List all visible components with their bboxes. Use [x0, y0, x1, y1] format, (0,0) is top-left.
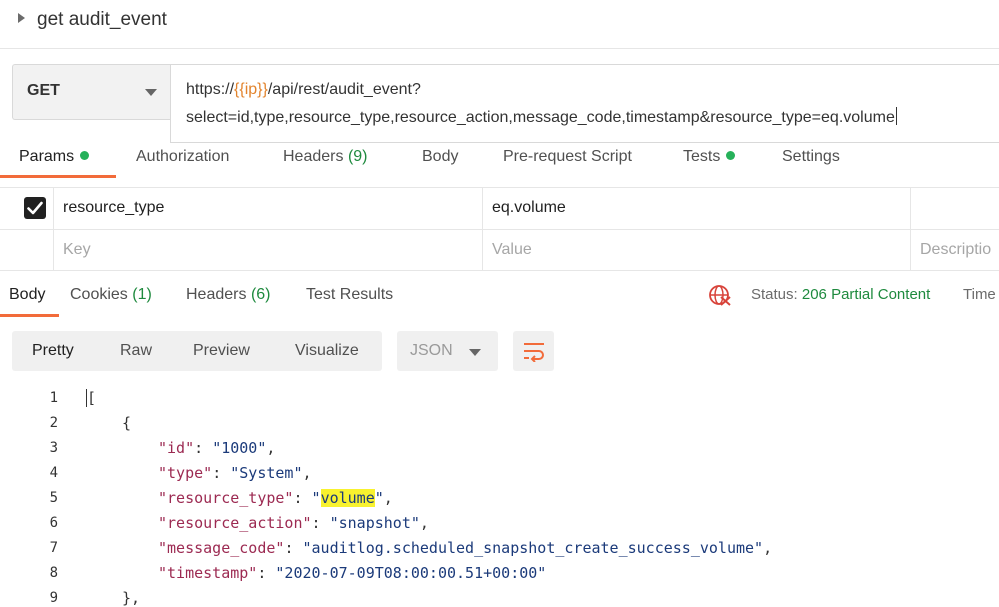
tab-params-label: Params	[19, 148, 75, 165]
format-label: JSON	[410, 342, 453, 359]
text-cursor	[895, 107, 897, 125]
response-time-label[interactable]: Time	[963, 286, 996, 303]
wrap-lines-button[interactable]	[513, 331, 554, 371]
method-label: GET	[27, 82, 60, 99]
code-line: "id": "1000",	[158, 439, 276, 457]
status-dot-icon	[80, 151, 90, 160]
code-line: },	[122, 589, 141, 607]
wrap-lines-icon	[524, 343, 544, 362]
tab-authorization[interactable]: Authorization	[136, 148, 229, 166]
format-select[interactable]: JSON	[397, 331, 498, 371]
tab-prerequest-script[interactable]: Pre-request Script	[503, 148, 632, 166]
json-quote: "	[374, 489, 384, 507]
code-line: "resource_type": "volume",	[158, 489, 393, 507]
url-path: /api/rest/audit_event?	[267, 81, 421, 98]
raw-button[interactable]: Raw	[120, 342, 152, 360]
globe-icon[interactable]	[708, 284, 732, 311]
json-key: "resource_action"	[158, 514, 312, 532]
json-value: "1000"	[212, 439, 267, 457]
view-mode-group: Pretty Raw Preview Visualize	[12, 331, 382, 371]
tab-cookies-count: (1)	[132, 286, 152, 303]
url-input[interactable]: https://{{ip}}/api/rest/audit_event? sel…	[170, 64, 999, 143]
table-border	[0, 229, 999, 230]
visualize-button[interactable]: Visualize	[295, 342, 359, 360]
request-title-bar: get audit_event	[0, 0, 999, 46]
line-number: 4	[49, 465, 58, 481]
tab-response-headers-label: Headers	[186, 286, 247, 303]
tab-test-results[interactable]: Test Results	[306, 286, 393, 304]
title-divider	[0, 48, 999, 49]
table-border	[53, 187, 54, 271]
line-number: 5	[49, 490, 58, 506]
active-tab-indicator	[0, 314, 59, 317]
line-number: 6	[49, 515, 58, 531]
key-input[interactable]: Key	[63, 241, 91, 259]
line-number: 8	[49, 565, 58, 581]
json-key: "resource_type"	[158, 489, 294, 507]
caret-right-icon[interactable]	[18, 13, 25, 23]
code-line: [	[86, 389, 97, 407]
json-value: "System"	[230, 464, 303, 482]
json-value-highlighted: volume	[320, 489, 375, 507]
tab-tests[interactable]: Tests	[683, 148, 736, 166]
table-border	[0, 270, 999, 271]
checkbox-checked-icon[interactable]	[24, 197, 46, 219]
table-border	[482, 187, 483, 271]
code-line: "message_code": "auditlog.scheduled_snap…	[158, 539, 773, 557]
json-key: "message_code"	[158, 539, 285, 557]
tab-headers-count: (9)	[347, 148, 368, 165]
chevron-down-icon	[469, 349, 481, 356]
json-value: "2020-07-09T08:00:00.51+00:00"	[275, 564, 547, 582]
json-key: "timestamp"	[158, 564, 258, 582]
table-border	[910, 187, 911, 271]
response-status: Status: 206 Partial Content	[751, 286, 930, 303]
tab-headers-label: Headers	[283, 148, 344, 165]
open-bracket: [	[86, 389, 97, 407]
request-title[interactable]: get audit_event	[37, 9, 167, 31]
code-line: "type": "System",	[158, 464, 312, 482]
tab-cookies-label: Cookies	[70, 286, 128, 303]
url-line-2: select=id,type,resource_type,resource_ac…	[186, 107, 897, 127]
description-input[interactable]: Descriptio	[920, 241, 991, 259]
tab-params[interactable]: Params	[19, 148, 90, 166]
url-query: select=id,type,resource_type,resource_ac…	[186, 109, 895, 126]
status-label: Status:	[751, 286, 798, 303]
pretty-button[interactable]: Pretty	[32, 342, 74, 360]
status-dot-icon	[726, 151, 736, 160]
table-border	[0, 187, 999, 188]
url-prefix: https://	[186, 81, 235, 98]
chevron-down-icon	[145, 89, 157, 96]
url-variable: {{ip}}	[234, 81, 268, 98]
tab-response-headers-count: (6)	[250, 286, 271, 303]
method-select[interactable]: GET	[12, 64, 171, 120]
tab-tests-label: Tests	[683, 148, 721, 165]
json-quote: "	[311, 489, 321, 507]
tab-response-body[interactable]: Body	[9, 286, 45, 304]
code-line: "timestamp": "2020-07-09T08:00:00.51+00:…	[158, 564, 547, 582]
tab-headers[interactable]: Headers (9)	[283, 148, 368, 166]
line-number: 7	[49, 540, 58, 556]
json-value: "snapshot"	[329, 514, 420, 532]
status-value[interactable]: 206 Partial Content	[802, 286, 930, 303]
active-tab-indicator	[0, 175, 116, 178]
json-value: "auditlog.scheduled_snapshot_create_succ…	[302, 539, 764, 557]
line-number: 1	[49, 390, 58, 406]
param-key[interactable]: resource_type	[63, 199, 164, 217]
code-line: "resource_action": "snapshot",	[158, 514, 429, 532]
json-key: "id"	[158, 439, 195, 457]
tab-body[interactable]: Body	[422, 148, 458, 166]
tab-response-headers[interactable]: Headers (6)	[186, 286, 271, 304]
line-number: 9	[49, 590, 58, 606]
line-number: 2	[49, 415, 58, 431]
tab-settings[interactable]: Settings	[782, 148, 840, 166]
param-value[interactable]: eq.volume	[492, 199, 566, 217]
url-line-1: https://{{ip}}/api/rest/audit_event?	[186, 81, 421, 99]
line-number: 3	[49, 440, 58, 456]
tab-cookies[interactable]: Cookies (1)	[70, 286, 152, 304]
code-line: {	[122, 414, 132, 432]
value-input[interactable]: Value	[492, 241, 532, 259]
json-key: "type"	[158, 464, 213, 482]
preview-button[interactable]: Preview	[193, 342, 250, 360]
